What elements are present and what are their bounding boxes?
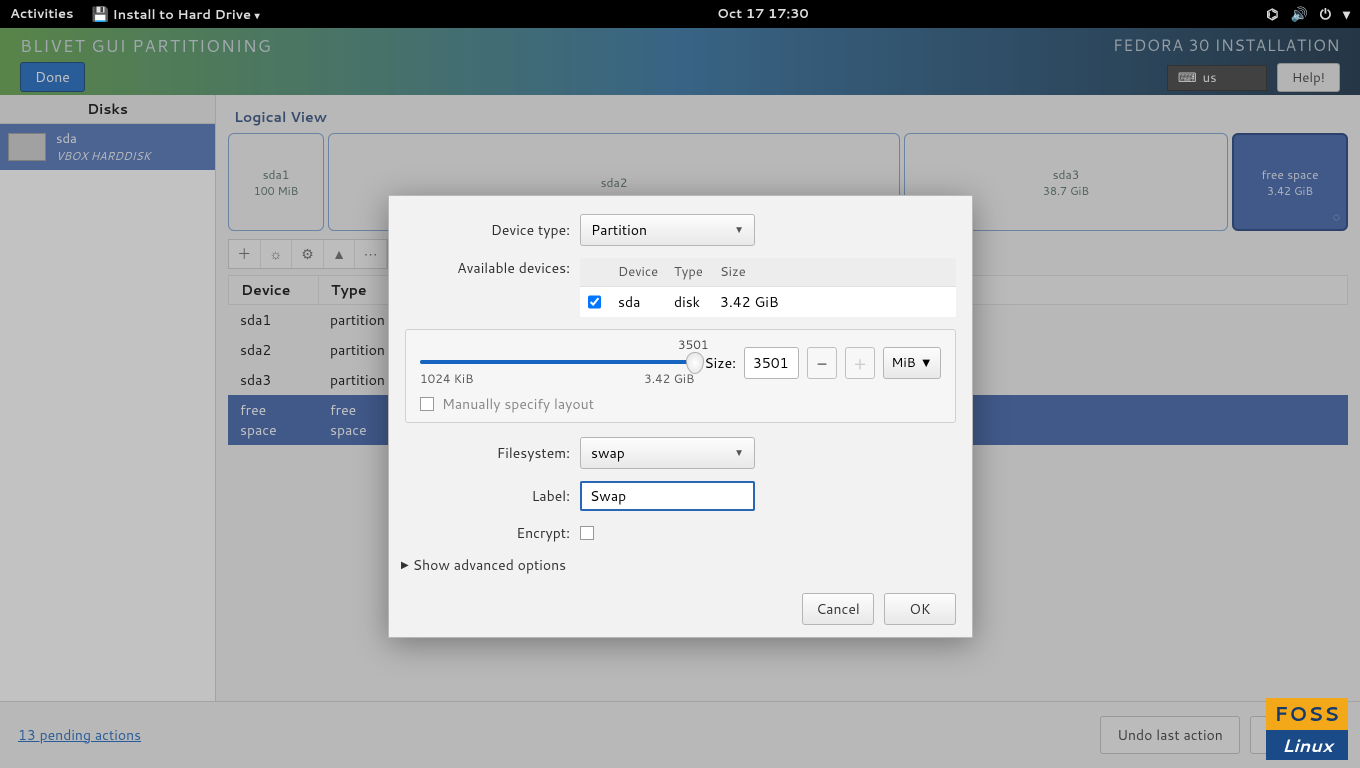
size-unit-combo[interactable]: MiB▼ (883, 347, 941, 379)
drive-icon: 💾 (92, 4, 109, 24)
device-checkbox[interactable] (588, 295, 601, 309)
slider-value: 3501 (678, 336, 708, 353)
col-header-size: Size (710, 258, 790, 286)
device-type-label: Device type: (405, 220, 570, 240)
advanced-options-toggle[interactable]: ▶ Show advanced options (401, 555, 956, 575)
clock[interactable]: Oct 17 17:30 (260, 5, 1267, 23)
manual-layout-label: Manually specify layout (442, 394, 594, 414)
slider-max: 3.42 GiB (644, 370, 694, 387)
label-label: Label: (405, 486, 570, 506)
device-type-combo[interactable]: Partition▼ (580, 214, 755, 246)
activities-button[interactable]: Activities (10, 5, 74, 23)
cancel-button[interactable]: Cancel (802, 593, 874, 625)
gnome-topbar: Activities 💾 Install to Hard Drive Oct 1… (0, 0, 1360, 28)
create-partition-dialog: Device type: Partition▼ Available device… (388, 195, 973, 638)
manual-layout-checkbox[interactable] (420, 397, 434, 411)
filesystem-label: Filesystem: (405, 443, 570, 463)
size-label: Size: (704, 353, 736, 373)
filesystem-combo[interactable]: swap▼ (580, 437, 755, 469)
chevron-down-icon: ▼ (920, 354, 933, 372)
size-slider[interactable]: 3501 1024 KiB 3.42 GiB (420, 342, 694, 380)
chevron-down-icon: ▼ (734, 446, 744, 460)
label-input[interactable] (580, 481, 755, 511)
ok-button[interactable]: OK (884, 593, 956, 625)
size-increment[interactable]: + (845, 347, 875, 379)
triangle-right-icon: ▶ (401, 558, 409, 572)
available-devices-table: Device Type Size sda disk 3.42 GiB (580, 258, 956, 317)
volume-icon[interactable]: 🔊 (1290, 4, 1307, 24)
size-panel: 3501 1024 KiB 3.42 GiB Size: − + MiB▼ Ma… (405, 329, 956, 423)
power-icon[interactable]: ⏻ (1320, 4, 1331, 24)
encrypt-checkbox[interactable] (580, 526, 594, 540)
col-header-type: Type (664, 258, 710, 286)
size-decrement[interactable]: − (807, 347, 837, 379)
network-icon[interactable]: ⌬ (1266, 4, 1278, 24)
encrypt-label: Encrypt: (405, 523, 570, 543)
available-devices-label: Available devices: (405, 258, 570, 278)
size-input[interactable] (744, 347, 799, 379)
app-menu[interactable]: 💾 Install to Hard Drive (92, 4, 260, 24)
col-header-device: Device (608, 258, 664, 286)
slider-min: 1024 KiB (420, 370, 473, 387)
foss-linux-watermark: FOSS Linux (1266, 698, 1348, 760)
chevron-down-icon: ▼ (734, 223, 744, 237)
available-device-row[interactable]: sda disk 3.42 GiB (580, 286, 956, 317)
caret-down-icon[interactable]: ▾ (1343, 4, 1350, 24)
